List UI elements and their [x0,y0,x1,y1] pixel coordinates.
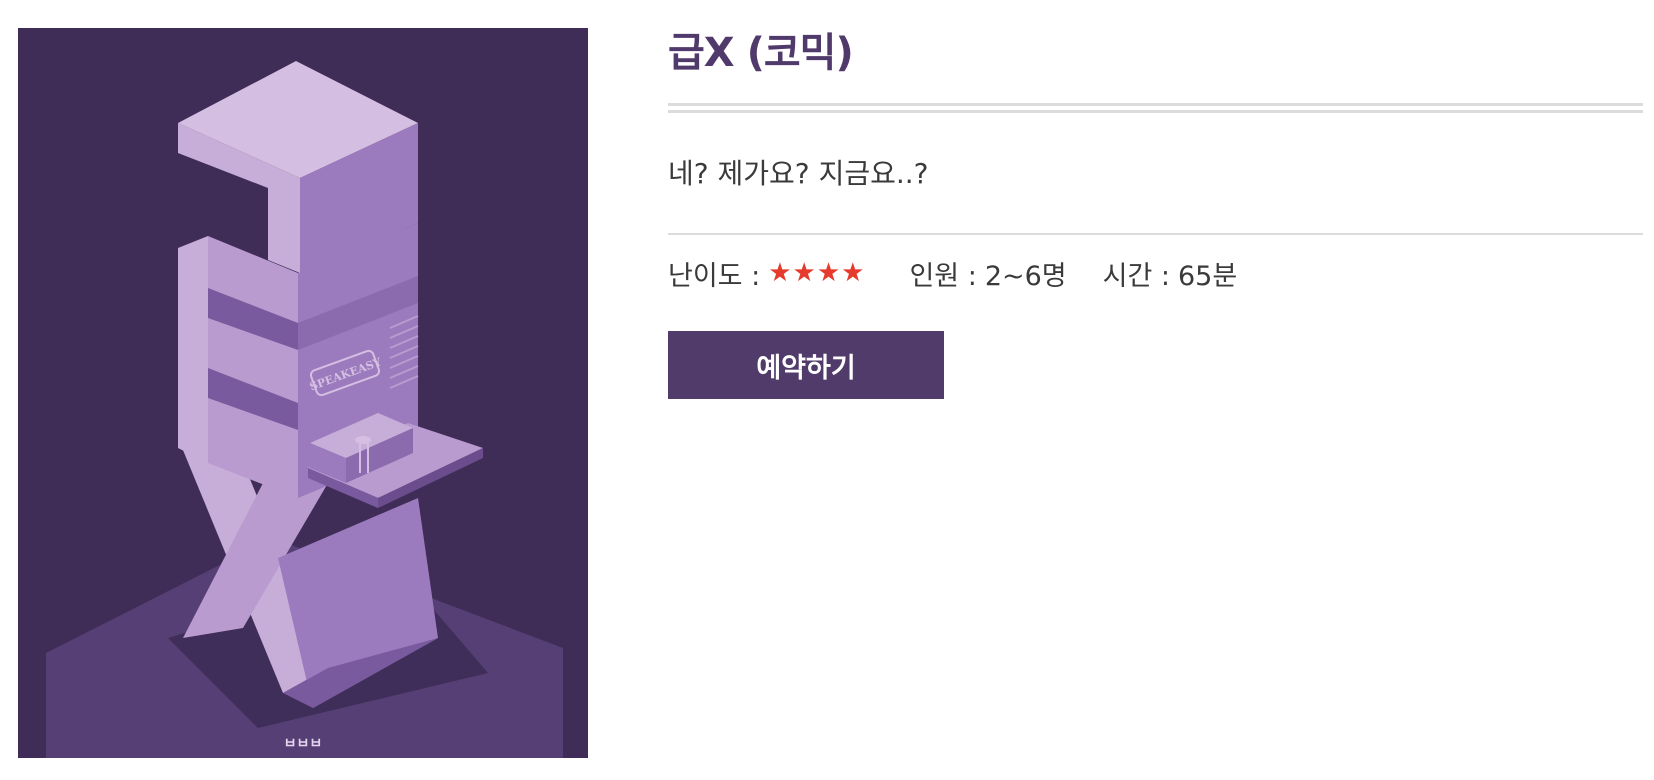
people: 인원 : 2~6명 [909,254,1066,293]
star-icon: ★ [768,258,792,288]
people-label: 인원 : [909,260,977,292]
play-time: 시간 : 65분 [1103,254,1238,293]
theme-tagline: 네? 제가요? 지금요..? [668,157,929,190]
time-label: 시간 : [1102,260,1170,292]
star-icon: ★ [816,258,841,288]
difficulty-stars: ★ ★ ★ ★ [768,260,865,286]
theme-title: 급X (코믹) [668,30,854,76]
reserve-button[interactable]: 예약하기 [668,331,944,399]
star-icon: ★ [841,258,865,288]
difficulty: 난이도 : ★ ★ ★ ★ [668,254,865,293]
theme-poster-image: SPEAKEASY ㅂㅂㅂ [18,28,588,758]
theme-meta: 난이도 : ★ ★ ★ ★ 인원 : 2~6명 시간 : 65분 [668,251,1643,295]
people-value: 2~6명 [984,260,1067,292]
theme-info-panel: 급X (코믹) 네? 제가요? 지금요..? 난이도 : ★ ★ ★ ★ 인원 : 2… [668,20,1643,399]
star-icon: ★ [792,258,816,288]
poster-brand-mark: ㅂㅂㅂ [284,736,323,752]
title-divider [668,103,1643,113]
difficulty-label: 난이도 : [668,260,761,292]
time-value: 65분 [1178,260,1238,292]
tagline-divider [668,233,1643,235]
